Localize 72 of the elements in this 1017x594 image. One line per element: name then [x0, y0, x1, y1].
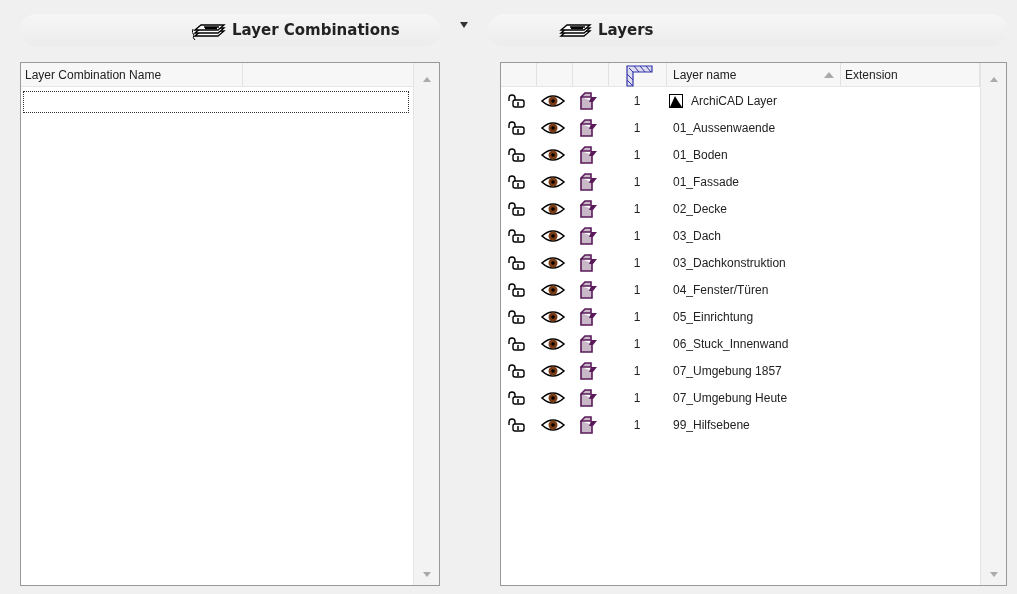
dropdown-arrow-icon[interactable] — [460, 22, 468, 28]
cube-icon[interactable] — [580, 91, 598, 110]
unlocked-padlock-icon[interactable] — [508, 363, 526, 378]
table-cell-text: 1 — [632, 200, 642, 218]
table-cell-text: 1 — [632, 335, 642, 353]
cube-icon[interactable] — [580, 118, 598, 137]
eye-icon[interactable] — [541, 309, 565, 324]
cube-icon[interactable] — [580, 334, 598, 353]
unlocked-padlock-icon[interactable] — [508, 228, 526, 243]
layer-name[interactable]: 05_Einrichtung — [669, 307, 754, 326]
layer-name[interactable]: 06_Stuck_Innenwand — [669, 334, 789, 353]
layer-name[interactable]: 03_Dach — [669, 226, 722, 245]
table-cell-text: 1 — [632, 254, 642, 272]
sort-ascending-icon — [824, 71, 834, 78]
list-row[interactable] — [23, 91, 409, 113]
unlocked-padlock-icon[interactable] — [508, 390, 526, 405]
eye-icon[interactable] — [541, 255, 565, 270]
table-cell-text: 1 — [632, 281, 642, 299]
eye-icon[interactable] — [541, 93, 565, 108]
layer-name[interactable]: 04_Fenster/Türen — [669, 280, 769, 299]
unlocked-padlock-icon[interactable] — [508, 93, 526, 108]
cube-icon[interactable] — [580, 199, 598, 218]
layer-name[interactable]: 01_Boden — [669, 145, 728, 164]
unlocked-padlock-icon[interactable] — [508, 201, 526, 216]
cube-icon[interactable] — [580, 415, 598, 434]
eye-icon[interactable] — [541, 417, 565, 432]
unlocked-padlock-icon[interactable] — [508, 174, 526, 189]
cube-icon[interactable] — [580, 388, 598, 407]
layer-name[interactable]: 07_Umgebung Heute — [669, 388, 788, 407]
unlocked-padlock-icon[interactable] — [508, 282, 526, 297]
eye-icon[interactable] — [541, 282, 565, 297]
unlocked-padlock-icon[interactable] — [508, 120, 526, 135]
layer-name[interactable]: ArchiCAD Layer — [687, 91, 778, 110]
cube-icon[interactable] — [580, 226, 598, 245]
table-cell-text: 1 — [632, 173, 642, 191]
panel-title: Layer Combinations — [232, 19, 400, 41]
eye-icon[interactable] — [541, 120, 565, 135]
cube-icon[interactable] — [580, 280, 598, 299]
layer-name[interactable]: 99_Hilfsebene — [669, 415, 750, 434]
layer-name[interactable]: 07_Umgebung 1857 — [669, 361, 782, 380]
layer-name[interactable]: 01_Fassade — [669, 172, 740, 191]
table-cell-text: 1 — [632, 308, 642, 326]
layer-icon — [669, 93, 683, 108]
table-cell-text: 1 — [632, 389, 642, 407]
unlocked-padlock-icon[interactable] — [508, 336, 526, 351]
table-cell-text: 1 — [632, 119, 642, 137]
eye-icon[interactable] — [541, 147, 565, 162]
unlocked-padlock-icon[interactable] — [508, 255, 526, 270]
cube-icon[interactable] — [580, 253, 598, 272]
eye-icon[interactable] — [541, 201, 565, 216]
table-cell-text: 1 — [632, 92, 642, 110]
cube-icon[interactable] — [580, 307, 598, 326]
eye-icon[interactable] — [541, 363, 565, 378]
eye-icon[interactable] — [541, 390, 565, 405]
eye-icon[interactable] — [541, 174, 565, 189]
cube-icon[interactable] — [580, 172, 598, 191]
eye-icon[interactable] — [541, 336, 565, 351]
cube-icon[interactable] — [580, 145, 598, 164]
panel-title: Layers — [598, 19, 654, 41]
table-cell-text: 1 — [632, 362, 642, 380]
layer-name[interactable]: 02_Decke — [669, 199, 728, 218]
unlocked-padlock-icon[interactable] — [508, 309, 526, 324]
layer-name[interactable]: 01_Aussenwaende — [669, 118, 776, 137]
eye-icon[interactable] — [541, 228, 565, 243]
cube-icon[interactable] — [580, 361, 598, 380]
table-cell-text: 1 — [632, 227, 642, 245]
unlocked-padlock-icon[interactable] — [508, 417, 526, 432]
table-cell-text: 1 — [632, 416, 642, 434]
column-header[interactable]: Layer name — [673, 65, 737, 84]
layer-name[interactable]: 03_Dachkonstruktion — [669, 253, 786, 272]
unlocked-padlock-icon[interactable] — [508, 147, 526, 162]
table-cell-text: 1 — [632, 146, 642, 164]
